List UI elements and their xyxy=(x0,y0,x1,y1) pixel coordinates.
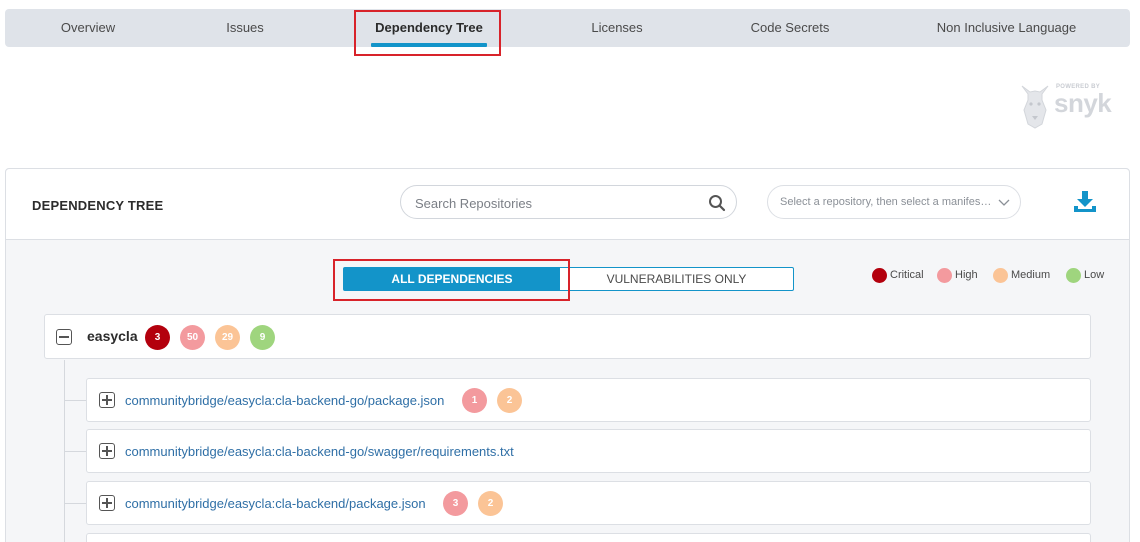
tree-connector xyxy=(64,400,86,401)
tree-connector xyxy=(64,503,86,504)
manifest-select-placeholder: Select a repository, then select a manif… xyxy=(780,196,992,208)
search-repositories-input[interactable] xyxy=(415,193,695,213)
manifest-item-partial xyxy=(86,533,1091,542)
medium-count-badge: 2 xyxy=(478,491,503,516)
panel-header: DEPENDENCY TREE Select a repository, the… xyxy=(6,169,1129,240)
legend-medium-dot xyxy=(993,267,1008,283)
tab-non-inclusive-language[interactable]: Non Inclusive Language xyxy=(925,9,1088,47)
download-icon[interactable] xyxy=(1073,190,1097,214)
legend-high-label: High xyxy=(955,269,978,281)
tab-licenses[interactable]: Licenses xyxy=(567,9,667,47)
manifest-link[interactable]: communitybridge/easycla:cla-backend-go/p… xyxy=(125,393,444,408)
chevron-down-icon xyxy=(998,199,1010,206)
legend-critical: Critical xyxy=(872,267,924,283)
expand-icon[interactable] xyxy=(99,392,115,408)
legend-high-dot xyxy=(937,267,952,283)
manifest-link[interactable]: communitybridge/easycla:cla-backend-go/s… xyxy=(125,444,514,459)
legend-low-label: Low xyxy=(1084,269,1105,281)
root-repo-label: easycla xyxy=(87,328,138,344)
tree-connector xyxy=(64,451,86,452)
medium-count-badge: 29 xyxy=(215,325,240,350)
dependency-filter-toggle: ALL DEPENDENCIES VULNERABILITIES ONLY xyxy=(343,267,794,291)
dependency-tree-panel: DEPENDENCY TREE Select a repository, the… xyxy=(5,168,1130,542)
manifest-item: communitybridge/easycla:cla-backend/pack… xyxy=(86,481,1091,525)
legend-critical-dot xyxy=(872,267,887,283)
legend-high: High xyxy=(937,267,978,283)
snyk-logo: POWERED BY snyk xyxy=(1016,78,1120,134)
legend-critical-label: Critical xyxy=(890,269,924,281)
low-count-badge: 9 xyxy=(250,325,275,350)
search-box xyxy=(400,185,737,219)
legend-low: Low xyxy=(1066,267,1104,283)
snyk-wordmark: snyk xyxy=(1054,88,1112,118)
panel-title: DEPENDENCY TREE xyxy=(32,198,164,213)
tab-dependency-tree-label: Dependency Tree xyxy=(375,20,483,35)
legend-medium-label: Medium xyxy=(1011,269,1051,281)
high-count-badge: 3 xyxy=(443,491,468,516)
manifest-select[interactable]: Select a repository, then select a manif… xyxy=(767,185,1021,219)
expand-icon[interactable] xyxy=(99,443,115,459)
search-icon[interactable] xyxy=(708,194,726,212)
collapse-icon[interactable] xyxy=(56,329,72,345)
tree-root-node: easycla 3 50 29 9 xyxy=(44,314,1091,359)
manifest-item: communitybridge/easycla:cla-backend-go/s… xyxy=(86,429,1091,473)
legend-low-dot xyxy=(1066,267,1081,283)
tab-issues[interactable]: Issues xyxy=(195,9,295,47)
top-nav-bar: Overview Issues Dependency Tree Licenses… xyxy=(5,9,1130,47)
all-dependencies-button[interactable]: ALL DEPENDENCIES xyxy=(344,268,560,290)
legend-medium: Medium xyxy=(993,267,1050,283)
tab-code-secrets[interactable]: Code Secrets xyxy=(740,9,840,47)
manifest-link[interactable]: communitybridge/easycla:cla-backend/pack… xyxy=(125,496,426,511)
vulnerabilities-only-button[interactable]: VULNERABILITIES ONLY xyxy=(560,268,793,290)
critical-count-badge: 3 xyxy=(145,325,170,350)
tab-dependency-tree[interactable]: Dependency Tree xyxy=(363,9,495,47)
high-count-badge: 50 xyxy=(180,325,205,350)
medium-count-badge: 2 xyxy=(497,388,522,413)
snyk-dog-icon xyxy=(1021,85,1049,129)
tab-overview[interactable]: Overview xyxy=(38,9,138,47)
manifest-item: communitybridge/easycla:cla-backend-go/p… xyxy=(86,378,1091,422)
expand-icon[interactable] xyxy=(99,495,115,511)
active-tab-indicator xyxy=(371,43,487,47)
high-count-badge: 1 xyxy=(462,388,487,413)
